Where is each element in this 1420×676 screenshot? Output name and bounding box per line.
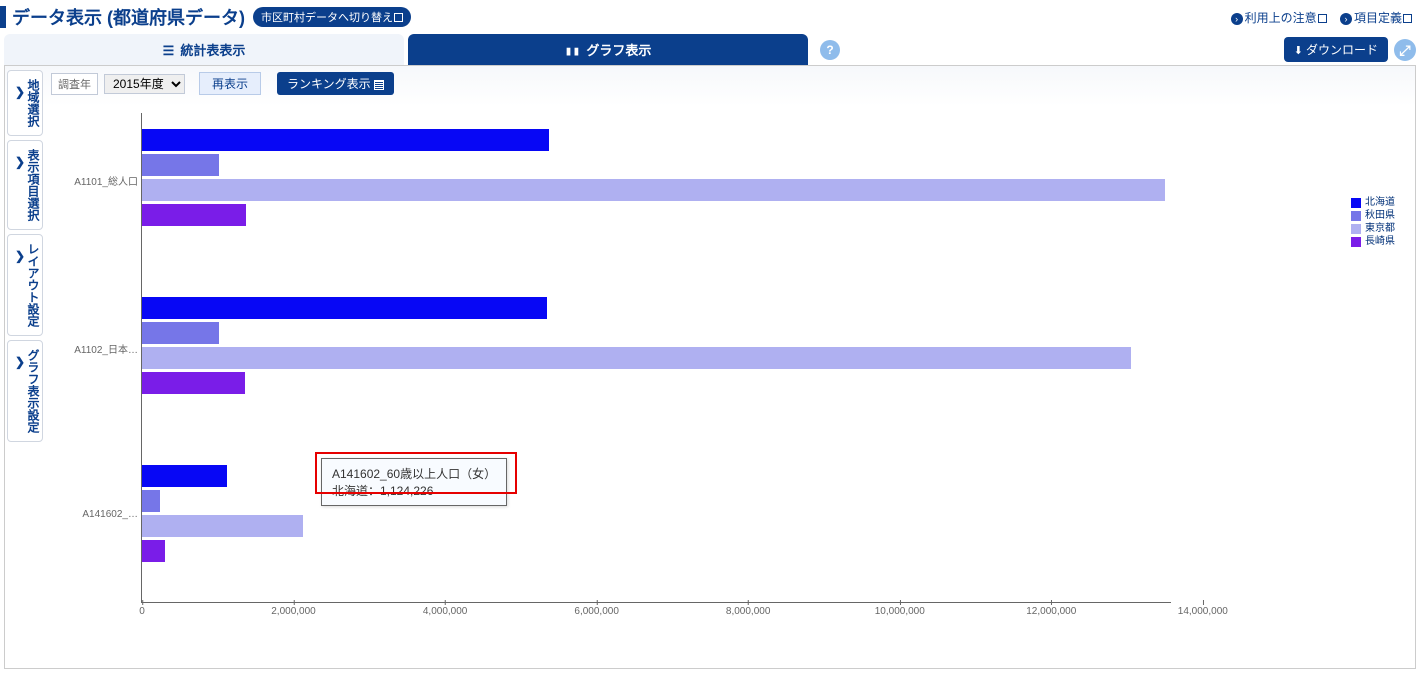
external-link-icon bbox=[1318, 14, 1327, 23]
usage-notes-link[interactable]: ›利用上の注意 bbox=[1231, 11, 1327, 25]
external-link-icon bbox=[394, 13, 403, 22]
bar-segment[interactable] bbox=[142, 465, 227, 487]
switch-dataset-button[interactable]: 市区町村データへ切り替え bbox=[253, 7, 411, 27]
table-icon: ☰ bbox=[163, 44, 175, 59]
item-definitions-link[interactable]: ›項目定義 bbox=[1340, 11, 1412, 25]
bar-segment[interactable] bbox=[142, 515, 303, 537]
page-title: データ表示 (都道府県データ) bbox=[12, 4, 245, 30]
bar-segment[interactable] bbox=[142, 129, 549, 151]
year-select[interactable]: 2015年度 bbox=[104, 74, 185, 94]
legend-swatch bbox=[1351, 237, 1361, 247]
side-panel-display-items[interactable]: 表示項目選択 bbox=[7, 140, 43, 230]
chart-icon: ▮▮ bbox=[565, 44, 581, 59]
tab-table-view[interactable]: ☰統計表表示 bbox=[4, 34, 404, 65]
year-label: 調査年 bbox=[51, 73, 98, 95]
x-axis: 0 2,000,000 4,000,000 6,000,000 8,000,00… bbox=[142, 606, 1172, 620]
tab-graph-view[interactable]: ▮▮グラフ表示 bbox=[408, 34, 808, 65]
legend-swatch bbox=[1351, 211, 1361, 221]
category-label: A1101_総人口 bbox=[74, 173, 142, 188]
bar-segment[interactable] bbox=[142, 372, 245, 394]
category-label: A1102_日本… bbox=[74, 341, 142, 356]
bar-segment[interactable] bbox=[142, 297, 547, 319]
bar-segment[interactable] bbox=[142, 322, 219, 344]
chart-legend: 北海道 秋田県 東京都 長崎県 bbox=[1351, 196, 1395, 248]
bar-segment[interactable] bbox=[142, 179, 1165, 201]
external-link-icon bbox=[1403, 14, 1412, 23]
category-label: A141602_… bbox=[82, 509, 142, 520]
expand-icon[interactable]: ⤢ bbox=[1394, 39, 1416, 61]
bar-segment[interactable] bbox=[142, 204, 246, 226]
side-panel-layout-settings[interactable]: レイアウト設定 bbox=[7, 234, 43, 336]
side-panel-graph-settings[interactable]: グラフ表示設定 bbox=[7, 340, 43, 442]
ranking-button[interactable]: ランキング表示 bbox=[277, 72, 394, 95]
help-icon[interactable]: ? bbox=[820, 40, 840, 60]
legend-swatch bbox=[1351, 198, 1361, 208]
bar-segment[interactable] bbox=[142, 490, 160, 512]
legend-swatch bbox=[1351, 224, 1361, 234]
bar-segment[interactable] bbox=[142, 347, 1131, 369]
side-panel-region-select[interactable]: 地域選択 bbox=[7, 70, 43, 136]
redisplay-button[interactable]: 再表示 bbox=[199, 72, 261, 95]
ranking-icon bbox=[374, 80, 384, 90]
bar-segment[interactable] bbox=[142, 540, 165, 562]
bar-segment[interactable] bbox=[142, 154, 219, 176]
chart-tooltip: A141602_60歳以上人口（女） 北海道：1,124,226 bbox=[321, 458, 507, 506]
download-button[interactable]: ダウンロード bbox=[1284, 37, 1388, 62]
bar-chart[interactable]: A1101_総人口 A1102_日本… bbox=[141, 113, 1171, 603]
